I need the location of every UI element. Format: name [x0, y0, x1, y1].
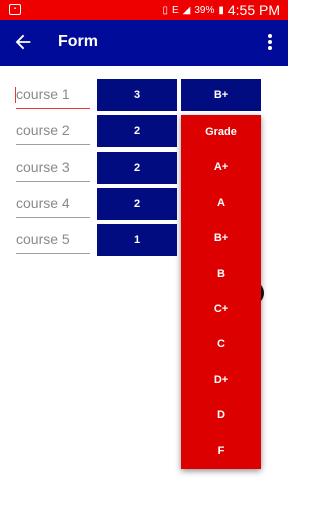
- credit-button[interactable]: 2: [97, 152, 177, 184]
- credit-button[interactable]: 2: [97, 188, 177, 220]
- grade-option-b[interactable]: B: [181, 257, 261, 292]
- network-type: E: [171, 4, 179, 16]
- grade-option-c[interactable]: C: [181, 327, 261, 362]
- grade-option-header[interactable]: Grade: [181, 115, 261, 150]
- vibrate-icon: ▯: [162, 4, 168, 16]
- signal-icon: ◢: [182, 4, 191, 16]
- credit-button[interactable]: 3: [97, 79, 177, 111]
- course-name-input[interactable]: course 4: [16, 190, 90, 218]
- grade-option-a[interactable]: A: [181, 186, 261, 221]
- grade-option-a-plus[interactable]: A+: [181, 150, 261, 185]
- app-bar: Form: [0, 20, 288, 66]
- course-name-input[interactable]: course 5: [16, 226, 90, 254]
- course-row: course 1 3 B+: [0, 79, 288, 111]
- battery-percent: 39%: [194, 4, 215, 16]
- grade-option-d-plus[interactable]: D+: [181, 363, 261, 398]
- credit-button[interactable]: 2: [97, 115, 177, 147]
- overflow-menu-icon[interactable]: [262, 32, 278, 54]
- credit-button[interactable]: 1: [97, 224, 177, 256]
- page-title: Form: [58, 33, 98, 50]
- course-name-input[interactable]: course 2: [16, 117, 90, 145]
- status-indicators: ▯ E ◢ 39% ▮ 4:55 PM: [162, 0, 280, 20]
- grade-option-c-plus[interactable]: C+: [181, 292, 261, 327]
- grade-dropdown-menu: Grade A+ A B+ B C+ C D+ D F: [181, 115, 261, 469]
- grade-option-f[interactable]: F: [181, 434, 261, 469]
- battery-icon: ▮: [218, 4, 224, 16]
- status-bar: ▪ ▯ E ◢ 39% ▮ 4:55 PM: [0, 0, 288, 20]
- text-cursor: [15, 87, 16, 103]
- grade-option-b-plus[interactable]: B+: [181, 221, 261, 256]
- course-name-input[interactable]: course 1: [15, 81, 90, 109]
- image-notification-icon: ▪: [9, 4, 21, 15]
- grade-selector[interactable]: B+: [181, 79, 261, 111]
- back-arrow-icon[interactable]: [12, 31, 34, 53]
- grade-option-d[interactable]: D: [181, 398, 261, 433]
- course-name-input[interactable]: course 3: [16, 154, 90, 182]
- clock: 4:55 PM: [227, 2, 280, 18]
